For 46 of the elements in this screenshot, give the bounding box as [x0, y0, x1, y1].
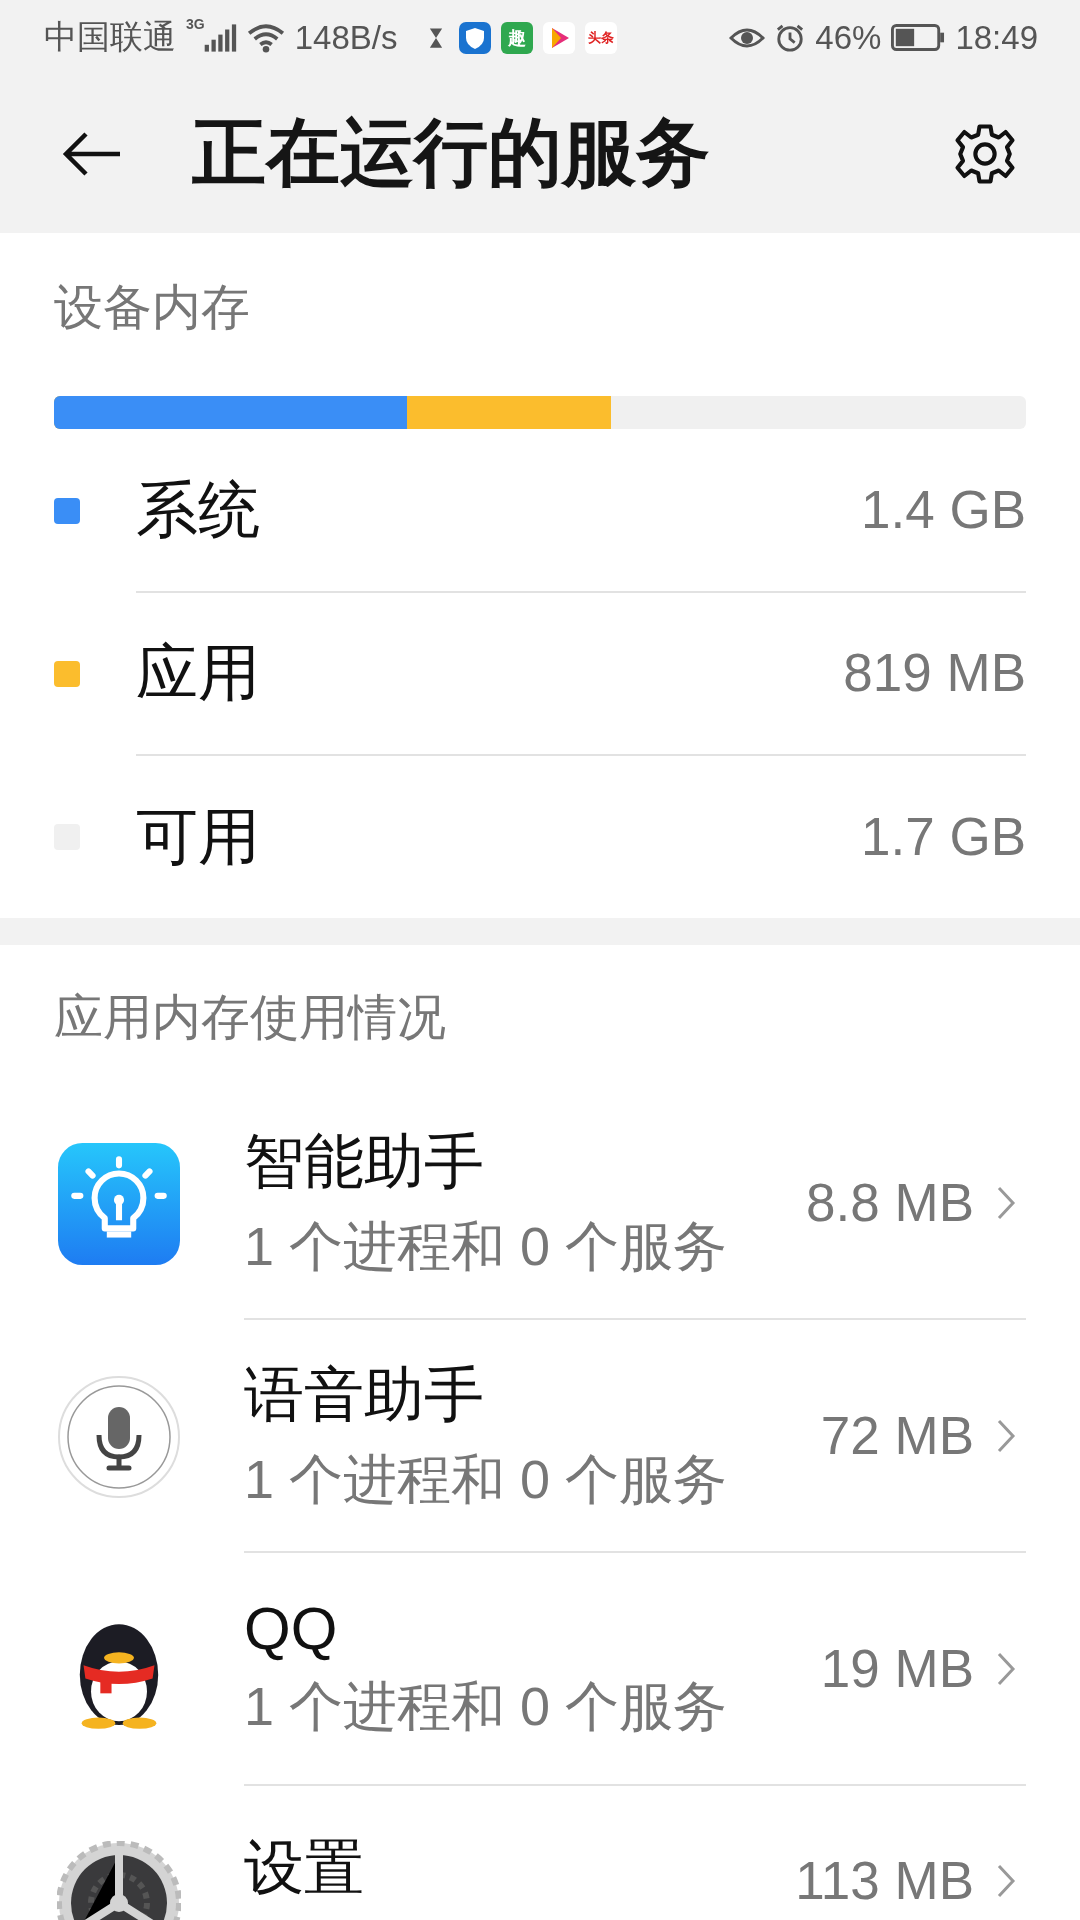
app-list-item[interactable]: 设置 113 MB	[54, 1786, 1026, 1920]
section-title: 设备内存	[54, 279, 251, 336]
app-summary: 1 个进程和 0 个服务	[244, 1214, 729, 1278]
alarm-icon	[775, 22, 806, 53]
app-badge: 趣	[501, 21, 534, 54]
app-name: 智能助手	[244, 1126, 485, 1197]
app-name: 设置	[244, 1832, 365, 1903]
legend-value: 1.4 GB	[861, 479, 1026, 540]
battery-percent: 46%	[815, 18, 882, 57]
legend-label: 应用	[136, 636, 260, 709]
hourglass-icon	[429, 26, 444, 49]
section-title: 应用内存使用情况	[54, 989, 447, 1046]
app-name: QQ	[244, 1593, 339, 1663]
network-type: 3G	[186, 16, 205, 32]
memory-size: 72 MB	[820, 1405, 974, 1466]
legend-value: 1.7 GB	[861, 806, 1026, 867]
memory-size: 8.8 MB	[806, 1172, 974, 1233]
legend-label: 系统	[136, 473, 260, 546]
battery-icon	[891, 24, 946, 51]
back-button[interactable]	[62, 132, 122, 176]
app-name: 语音助手	[244, 1359, 485, 1430]
chevron-icon	[996, 1650, 1016, 1687]
app-list-item[interactable]: QQ 1 个进程和 0 个服务 19 MB	[54, 1553, 1026, 1786]
wifi-icon	[246, 22, 285, 53]
app-list-item[interactable]: 语音助手 1 个进程和 0 个服务 72 MB	[54, 1320, 1026, 1553]
carrier-name: 中国联通	[44, 17, 176, 57]
microphone-icon	[57, 1374, 181, 1499]
app-summary: 1 个进程和 0 个服务	[244, 1674, 729, 1738]
legend-value: 819 MB	[843, 642, 1026, 703]
app-summary: 1 个进程和 0 个服务	[244, 1447, 729, 1511]
lightbulb-icon	[58, 1142, 180, 1265]
network-speed: 148B/s	[294, 18, 398, 57]
chevron-icon	[996, 1862, 1016, 1899]
signal-icon	[202, 23, 237, 52]
memory-size: 113 MB	[795, 1850, 974, 1911]
shield-icon	[459, 21, 492, 54]
memory-size: 19 MB	[820, 1638, 974, 1699]
legend-label: 可用	[136, 800, 260, 873]
app-list-item[interactable]: 智能助手 1 个进程和 0 个服务 8.8 MB	[54, 1087, 1026, 1320]
page-title: 正在运行的服务	[192, 110, 711, 196]
play-icon	[543, 21, 576, 54]
settings-button[interactable]	[952, 121, 1018, 187]
clock-time: 18:49	[955, 18, 1038, 57]
chevron-icon	[996, 1184, 1016, 1221]
chevron-icon	[996, 1417, 1016, 1454]
app-badge: 头条	[585, 21, 618, 54]
